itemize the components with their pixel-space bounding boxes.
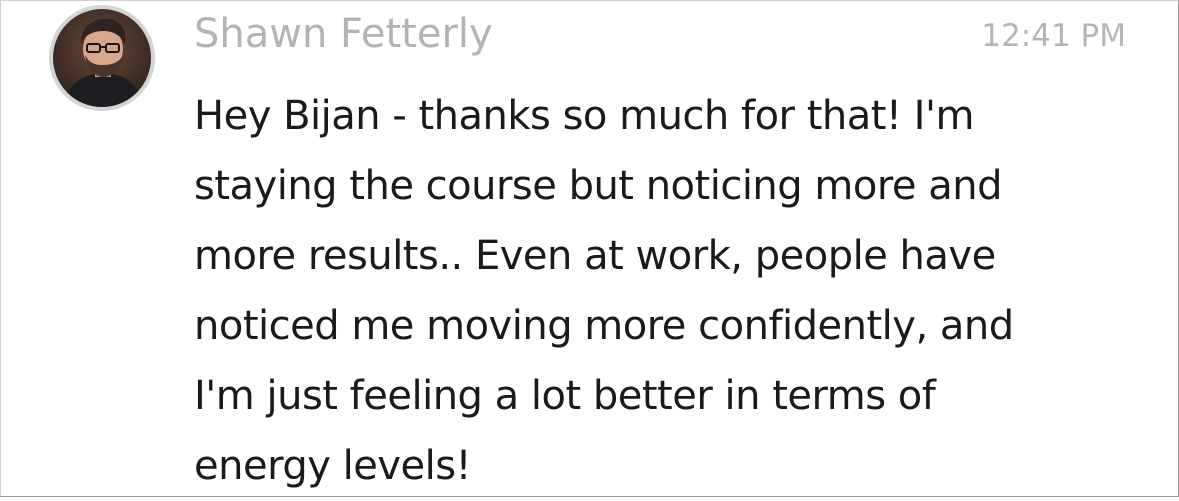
message-line: staying the course but noticing more and xyxy=(194,163,1002,209)
message-body: Hey Bijan - thanks so much for that! I'm… xyxy=(194,81,1124,501)
message-line: more results.. Even at work, people have xyxy=(194,233,996,279)
avatar[interactable] xyxy=(49,5,155,111)
message-line: I'm just feeling a lot better in terms o… xyxy=(194,373,936,419)
chat-message: Shawn Fetterly 12:41 PM Hey Bijan - than… xyxy=(1,1,1178,496)
user-avatar-icon xyxy=(53,9,151,107)
sender-name[interactable]: Shawn Fetterly xyxy=(194,11,493,57)
message-timestamp: 12:41 PM xyxy=(981,18,1126,54)
message-line: Hey Bijan - thanks so much for that! I'm xyxy=(194,93,974,139)
message-line: energy levels! xyxy=(194,443,472,489)
message-line: noticed me moving more confidently, and xyxy=(194,303,1014,349)
message-card: Shawn Fetterly 12:41 PM Hey Bijan - than… xyxy=(0,0,1179,497)
